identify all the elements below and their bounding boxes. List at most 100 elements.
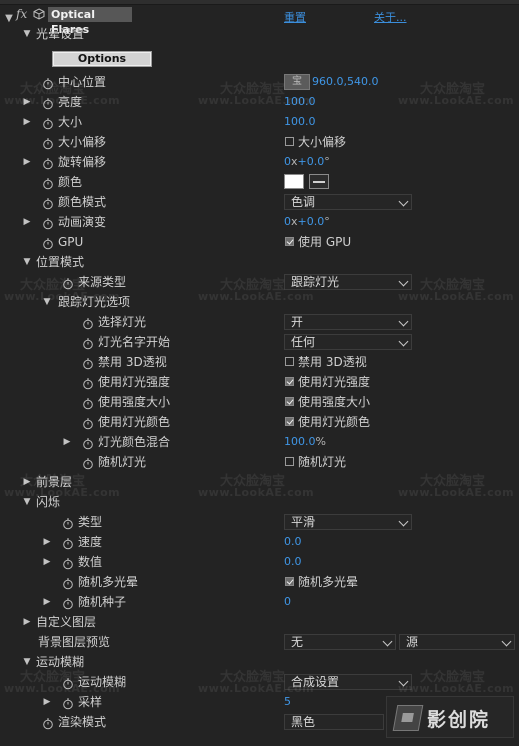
intensity-scale-checkbox[interactable] [285, 397, 294, 406]
random-light-check-label[interactable]: 随机灯光 [298, 452, 346, 472]
expand-triangle-icon[interactable]: ▶ [42, 692, 52, 712]
stopwatch-icon[interactable] [82, 356, 94, 370]
disable-3d-checkbox[interactable] [285, 357, 294, 366]
light-color-mix-label: 灯光颜色混合 [98, 435, 171, 449]
use-intensity-check-label[interactable]: 使用灯光强度 [298, 372, 370, 392]
color-mode-dropdown[interactable]: 色调 [284, 194, 412, 210]
stopwatch-icon[interactable] [62, 276, 74, 290]
stopwatch-icon[interactable] [62, 576, 74, 590]
stopwatch-icon[interactable] [62, 536, 74, 550]
stopwatch-icon[interactable] [42, 216, 54, 230]
stopwatch-icon[interactable] [42, 96, 54, 110]
stopwatch-icon[interactable] [82, 396, 94, 410]
intensity-scale-check-label[interactable]: 使用强度大小 [298, 392, 370, 412]
motion-blur-dropdown[interactable]: 合成设置 [284, 674, 412, 690]
stopwatch-icon[interactable] [82, 316, 94, 330]
collapse-triangle-icon[interactable]: ▼ [42, 292, 52, 312]
scale-offset-check-label[interactable]: 大小偏移 [298, 132, 346, 152]
bg-preview-dropdown-2[interactable]: 源 [399, 634, 515, 650]
use-intensity-checkbox[interactable] [285, 377, 294, 386]
flicker-amount-value[interactable]: 0.0 [284, 552, 302, 572]
samples-label: 采样 [78, 695, 103, 709]
random-flares-checkbox[interactable] [285, 577, 294, 586]
stopwatch-icon[interactable] [82, 376, 94, 390]
gpu-check-label[interactable]: 使用 GPU [298, 232, 351, 252]
scale-row: ▶ 大小 100.0 [0, 112, 519, 132]
about-link[interactable]: 关于... [374, 9, 407, 25]
chevron-down-icon [398, 276, 409, 287]
flicker-amount-label: 数值 [78, 555, 103, 569]
stopwatch-icon[interactable] [42, 176, 54, 190]
random-light-checkbox[interactable] [285, 457, 294, 466]
expand-triangle-icon[interactable]: ▶ [22, 612, 32, 632]
expand-triangle-icon[interactable]: ▶ [22, 152, 32, 172]
stopwatch-icon[interactable] [42, 196, 54, 210]
eyedropper-icon[interactable] [309, 174, 329, 189]
use-light-color-check-label[interactable]: 使用灯光颜色 [298, 412, 370, 432]
light-name-dropdown[interactable]: 任何 [284, 334, 412, 350]
use-intensity-row: 使用灯光强度 使用灯光强度 [0, 372, 519, 392]
effect-name: Optical Flares [48, 7, 132, 36]
stopwatch-icon[interactable] [62, 556, 74, 570]
expand-triangle-icon[interactable]: ▶ [62, 432, 72, 452]
expand-triangle-icon[interactable]: ▶ [22, 472, 32, 492]
mix-number[interactable]: 100.0 [284, 435, 316, 448]
anim-evolution-row: ▶ 动画演变 0x+0.0° [0, 212, 519, 232]
anim-turns[interactable]: 0 [284, 215, 291, 228]
stopwatch-icon[interactable] [42, 156, 54, 170]
dropdown-value: 色调 [291, 195, 316, 209]
expand-triangle-icon[interactable]: ▶ [22, 92, 32, 112]
stopwatch-icon[interactable] [62, 676, 74, 690]
stopwatch-icon[interactable] [82, 336, 94, 350]
random-flares-check-label[interactable]: 随机多光晕 [298, 572, 358, 592]
stopwatch-icon[interactable] [62, 696, 74, 710]
source-type-dropdown[interactable]: 跟踪灯光 [284, 274, 412, 290]
collapse-triangle-icon[interactable]: ▼ [22, 652, 32, 672]
options-button[interactable]: Options [52, 51, 152, 67]
stopwatch-icon[interactable] [62, 596, 74, 610]
choose-light-dropdown[interactable]: 开 [284, 314, 412, 330]
center-value[interactable]: 960.0,540.0 [312, 72, 378, 92]
rotation-turns[interactable]: 0 [284, 155, 291, 168]
samples-value[interactable]: 5 [284, 692, 291, 712]
anim-evolution-value[interactable]: 0x+0.0° [284, 212, 330, 232]
stopwatch-icon[interactable] [42, 76, 54, 90]
expand-triangle-icon[interactable]: ▶ [42, 532, 52, 552]
disable-3d-check-label[interactable]: 禁用 3D透视 [298, 352, 367, 372]
reset-link[interactable]: 重置 [284, 9, 306, 25]
stopwatch-icon[interactable] [82, 416, 94, 430]
rotation-degrees[interactable]: +0.0 [298, 155, 325, 168]
brightness-value[interactable]: 100.0 [284, 92, 316, 112]
stopwatch-icon[interactable] [42, 716, 54, 730]
color-swatch[interactable] [284, 174, 304, 189]
flicker-speed-value[interactable]: 0.0 [284, 532, 302, 552]
stopwatch-icon[interactable] [42, 116, 54, 130]
rotation-value[interactable]: 0x+0.0° [284, 152, 330, 172]
stopwatch-icon[interactable] [82, 456, 94, 470]
stopwatch-icon[interactable] [62, 516, 74, 530]
stopwatch-icon[interactable] [42, 136, 54, 150]
bg-preview-dropdown-1[interactable]: 无 [284, 634, 396, 650]
anim-degrees[interactable]: +0.0 [298, 215, 325, 228]
render-mode-dropdown[interactable]: 黑色 [284, 714, 384, 730]
flicker-type-dropdown[interactable]: 平滑 [284, 514, 412, 530]
expand-triangle-icon[interactable]: ▶ [22, 112, 32, 132]
random-seed-value[interactable]: 0 [284, 592, 291, 612]
use-light-color-checkbox[interactable] [285, 417, 294, 426]
anim-unit: ° [324, 215, 330, 228]
stopwatch-icon[interactable] [42, 236, 54, 250]
collapse-triangle-icon[interactable]: ▼ [22, 252, 32, 272]
expand-triangle-icon[interactable]: ▶ [42, 592, 52, 612]
expand-triangle-icon[interactable]: ▶ [42, 552, 52, 572]
stopwatch-icon[interactable] [82, 436, 94, 450]
collapse-triangle-icon[interactable]: ▼ [22, 492, 32, 512]
fx-toggle-icon[interactable]: fx [16, 7, 27, 21]
scale-value[interactable]: 100.0 [284, 112, 316, 132]
scale-offset-checkbox[interactable] [285, 137, 294, 146]
expand-triangle-icon[interactable]: ▶ [22, 212, 32, 232]
gpu-checkbox[interactable] [285, 237, 294, 246]
collapse-triangle-icon[interactable]: ▼ [22, 24, 32, 44]
light-color-mix-value[interactable]: 100.0% [284, 432, 326, 452]
center-point-button[interactable]: 宝 [284, 74, 310, 90]
section-label: 前景层 [36, 475, 73, 489]
